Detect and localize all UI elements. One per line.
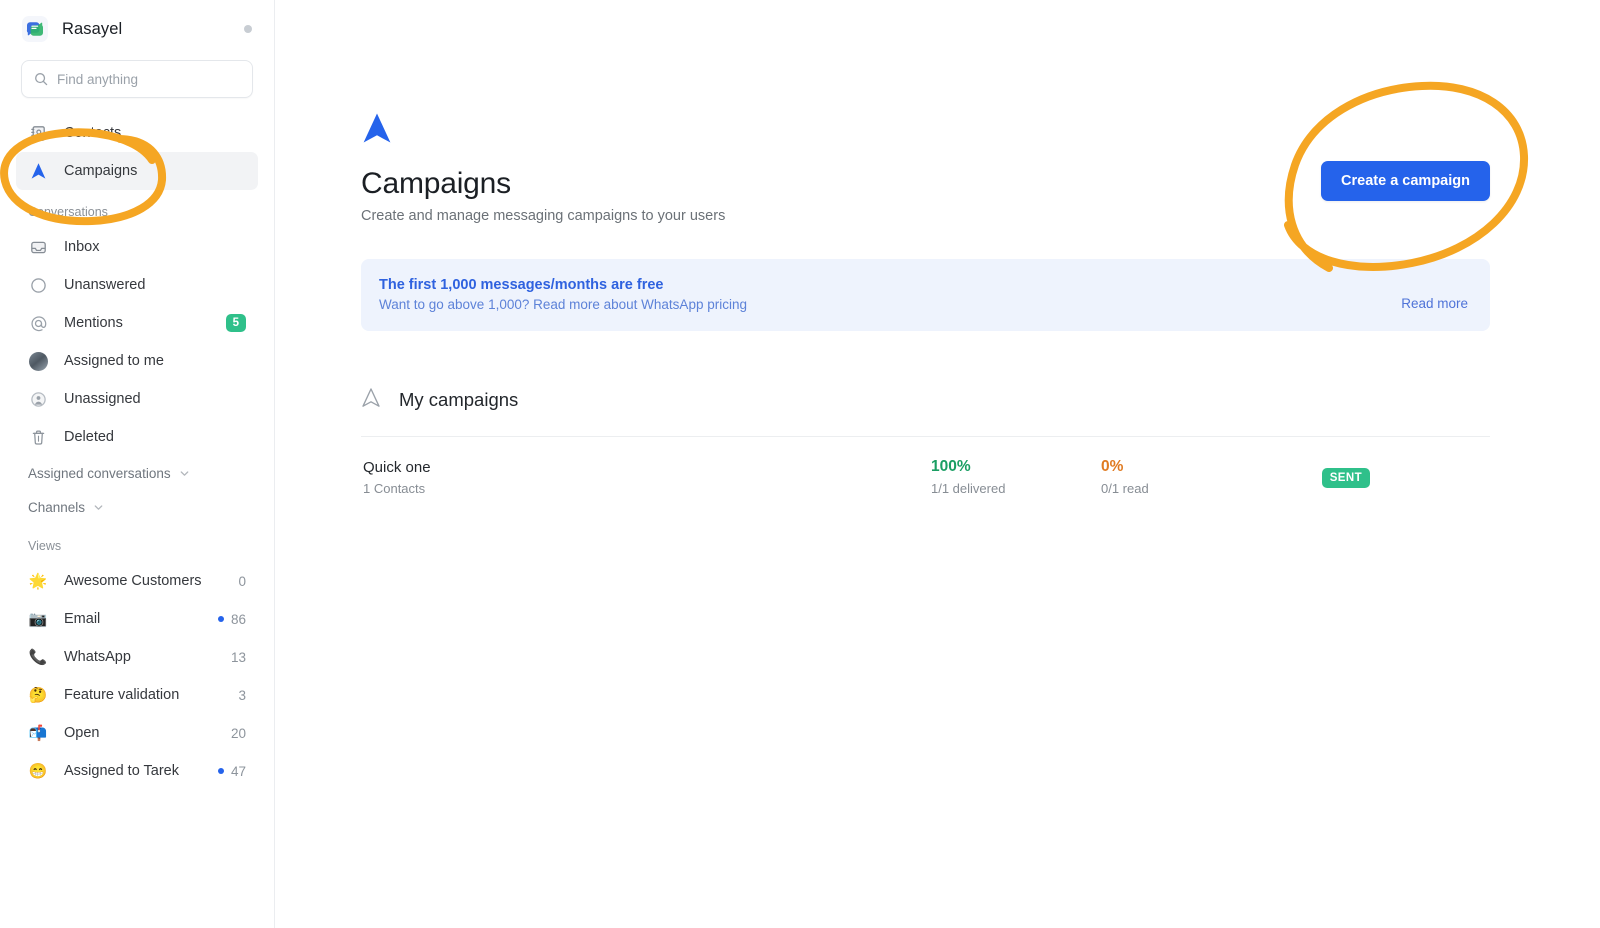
sidebar-view-label: WhatsApp xyxy=(64,649,131,665)
create-a-campaign-button[interactable]: Create a campaign xyxy=(1321,161,1490,201)
phone-emoji-icon: 📞 xyxy=(28,648,48,666)
sidebar-item-unanswered[interactable]: Unanswered xyxy=(16,266,258,304)
sidebar-view-label: Awesome Customers xyxy=(64,573,202,589)
campaign-arrow-icon xyxy=(28,161,48,181)
mentions-badge: 5 xyxy=(225,314,246,332)
campaign-arrow-icon xyxy=(361,112,1490,150)
brand-row[interactable]: Rasayel xyxy=(0,2,274,56)
campaigns-page: Campaigns Create and manage messaging ca… xyxy=(275,0,1600,517)
page-subtitle: Create and manage messaging campaigns to… xyxy=(361,208,726,224)
mailbox-emoji-icon: 📬 xyxy=(28,724,48,742)
inbox-tray-icon xyxy=(28,237,48,257)
sidebar-view-count: 3 xyxy=(238,687,246,703)
main-content: Campaigns Create and manage messaging ca… xyxy=(275,0,1600,928)
circle-outline-icon xyxy=(28,275,48,295)
contacts-book-icon xyxy=(28,123,48,143)
delivered-stat: 100% 1/1 delivered xyxy=(931,458,1101,496)
sidebar-view-email[interactable]: 📷 Email 86 xyxy=(16,600,258,638)
sidebar-view-label: Email xyxy=(64,611,101,627)
sidebar-view-count-wrap: 86 xyxy=(217,611,246,627)
sidebar-view-open[interactable]: 📬 Open 20 xyxy=(16,714,258,752)
status-badge: SENT xyxy=(1321,468,1370,488)
search-input[interactable] xyxy=(57,71,240,87)
sidebar-item-mentions[interactable]: Mentions 5 xyxy=(16,304,258,342)
sidebar-item-label: Mentions xyxy=(64,315,123,331)
sidebar-view-label: Assigned to Tarek xyxy=(64,763,179,779)
sidebar-view-assigned-to-tarek[interactable]: 😁 Assigned to Tarek 47 xyxy=(16,752,258,790)
sidebar-item-label: Assigned to me xyxy=(64,353,164,369)
campaign-name: Quick one xyxy=(363,458,431,476)
sidebar-item-label: Contacts xyxy=(64,125,122,141)
search-box[interactable] xyxy=(21,60,253,98)
star-emoji-icon: 🌟 xyxy=(28,572,48,590)
my-campaigns-header: My campaigns xyxy=(361,387,1490,413)
sidebar-item-inbox[interactable]: Inbox xyxy=(16,228,258,266)
sidebar-item-label: Campaigns xyxy=(64,163,138,179)
my-campaigns-title: My campaigns xyxy=(399,389,519,410)
campaign-outline-icon xyxy=(361,387,381,413)
sidebar-view-label: Feature validation xyxy=(64,687,180,703)
read-detail: 0/1 read xyxy=(1101,481,1149,496)
user-circle-icon xyxy=(28,389,48,409)
sidebar-item-label: Unanswered xyxy=(64,277,146,293)
unread-dot-icon xyxy=(217,768,224,774)
sidebar-view-count: 20 xyxy=(230,725,246,741)
sidebar-item-unassigned[interactable]: Unassigned xyxy=(16,380,258,418)
sidebar-item-label: Unassigned xyxy=(64,391,141,407)
unread-dot-icon xyxy=(217,616,224,622)
sidebar-item-contacts[interactable]: Contacts xyxy=(16,114,258,152)
at-sign-icon xyxy=(28,313,48,333)
sidebar: Rasayel Find anything Contacts Campaigns… xyxy=(0,0,275,928)
sidebar-view-feature-validation[interactable]: 🤔 Feature validation 3 xyxy=(16,676,258,714)
chevron-down-icon xyxy=(179,468,190,479)
read-percent: 0% xyxy=(1101,458,1124,475)
status-cell: SENT xyxy=(1321,468,1488,488)
sidebar-item-campaigns[interactable]: Campaigns xyxy=(16,152,258,190)
delivered-percent: 100% xyxy=(931,458,971,475)
sidebar-section-conversations: Conversations xyxy=(28,205,108,219)
sidebar-group-label: Channels xyxy=(28,499,86,515)
rasayel-logo-icon xyxy=(22,16,48,42)
sidebar-item-label: Deleted xyxy=(64,429,114,445)
brand-name: Rasayel xyxy=(62,19,123,38)
sidebar-view-count: 0 xyxy=(238,573,246,589)
chevron-down-icon xyxy=(93,502,104,513)
sidebar-group-channels[interactable]: Channels xyxy=(0,490,274,524)
sidebar-group-label: Assigned conversations xyxy=(28,465,171,481)
sidebar-view-awesome-customers[interactable]: 🌟 Awesome Customers 0 xyxy=(16,562,258,600)
delivered-detail: 1/1 delivered xyxy=(931,481,1006,496)
table-row[interactable]: Quick one 1 Contacts 100% 1/1 delivered … xyxy=(361,437,1490,517)
sidebar-view-count: 13 xyxy=(230,649,246,665)
banner-title: The first 1,000 messages/months are free xyxy=(379,277,664,293)
sidebar-view-whatsapp[interactable]: 📞 WhatsApp 13 xyxy=(16,638,258,676)
sidebar-view-count: 86 xyxy=(230,611,246,627)
sidebar-item-deleted[interactable]: Deleted xyxy=(16,418,258,456)
user-avatar-icon xyxy=(28,351,48,371)
sidebar-item-assigned-to-me[interactable]: Assigned to me xyxy=(16,342,258,380)
campaign-name-cell: Quick one 1 Contacts xyxy=(363,459,931,496)
sidebar-view-count-wrap: 47 xyxy=(217,763,246,779)
grinning-face-emoji-icon: 😁 xyxy=(28,762,48,780)
campaign-contacts: 1 Contacts xyxy=(363,480,426,496)
camera-emoji-icon: 📷 xyxy=(28,610,48,628)
trash-icon xyxy=(28,427,48,447)
search-icon xyxy=(34,72,48,86)
sidebar-item-label: Inbox xyxy=(64,239,100,255)
read-stat: 0% 0/1 read xyxy=(1101,458,1271,496)
search-wrapper xyxy=(0,56,274,98)
sidebar-section-views: Views xyxy=(28,539,62,553)
sidebar-view-count: 47 xyxy=(230,763,246,779)
sidebar-group-assigned-conversations[interactable]: Assigned conversations xyxy=(0,456,274,490)
banner-text-block: The first 1,000 messages/months are free… xyxy=(379,277,747,312)
banner-subtitle: Want to go above 1,000? Read more about … xyxy=(379,297,747,312)
thinking-face-emoji-icon: 🤔 xyxy=(28,686,48,704)
sidebar-nav: Contacts Campaigns Conversations Inbox U… xyxy=(0,114,274,790)
app-root: Rasayel Find anything Contacts Campaigns… xyxy=(0,0,1600,928)
workspace-status-dot[interactable] xyxy=(244,25,252,33)
sidebar-view-label: Open xyxy=(64,725,100,741)
read-more-link[interactable]: Read more xyxy=(1401,296,1468,312)
pricing-banner: The first 1,000 messages/months are free… xyxy=(361,259,1490,331)
